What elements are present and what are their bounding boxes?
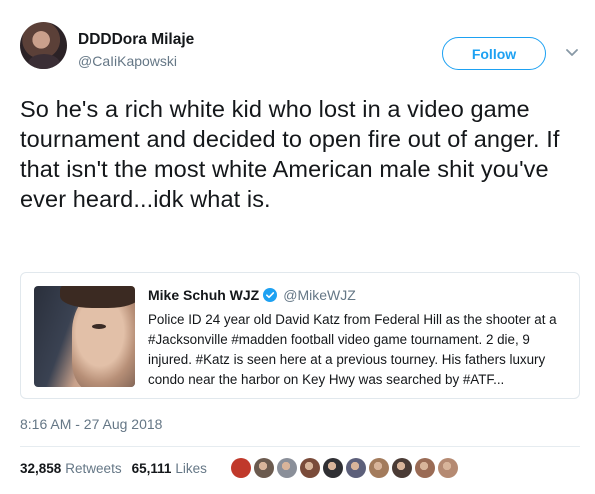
chevron-down-icon[interactable]	[565, 47, 579, 59]
divider	[20, 446, 580, 447]
liker-avatar[interactable]	[230, 458, 251, 478]
liker-avatar[interactable]	[276, 458, 297, 478]
follow-button[interactable]: Follow	[442, 37, 546, 70]
liker-avatar[interactable]	[345, 458, 366, 478]
liker-avatar[interactable]	[414, 458, 435, 478]
liker-avatar[interactable]	[253, 458, 274, 478]
tweet-timestamp[interactable]: 8:16 AM - 27 Aug 2018	[20, 416, 162, 432]
liker-avatar[interactable]	[322, 458, 343, 478]
retweets-label[interactable]: Retweets	[65, 461, 121, 476]
tweet-header: DDDDora Milaje @CaIiKapowski Follow	[20, 22, 579, 82]
quoted-author: Mike Schuh WJZ @MikeWJZ	[148, 287, 356, 303]
verified-badge-icon	[263, 288, 278, 302]
likes-label[interactable]: Likes	[175, 461, 207, 476]
author-handle[interactable]: @CaIiKapowski	[78, 53, 177, 69]
liker-avatar[interactable]	[368, 458, 389, 478]
tweet-stats: 32,858 Retweets 65,111 Likes	[20, 455, 461, 481]
likes-count[interactable]: 65,111	[132, 461, 172, 476]
quoted-author-name: Mike Schuh WJZ	[148, 287, 260, 303]
author-name[interactable]: DDDDora Milaje	[78, 31, 194, 49]
quoted-tweet-text: Police ID 24 year old David Katz from Fe…	[148, 312, 557, 387]
tweet-text: So he's a rich white kid who lost in a v…	[20, 96, 560, 212]
quoted-author-handle: @MikeWJZ	[283, 287, 356, 303]
retweets-count[interactable]: 32,858	[20, 461, 61, 476]
liker-avatar[interactable]	[391, 458, 412, 478]
liker-avatars	[230, 458, 461, 478]
quoted-tweet-image	[34, 286, 135, 387]
quoted-tweet-card[interactable]: Mike Schuh WJZ @MikeWJZ Police ID 24 yea…	[20, 272, 580, 399]
liker-avatar[interactable]	[437, 458, 458, 478]
author-avatar[interactable]	[20, 22, 67, 69]
liker-avatar[interactable]	[299, 458, 320, 478]
